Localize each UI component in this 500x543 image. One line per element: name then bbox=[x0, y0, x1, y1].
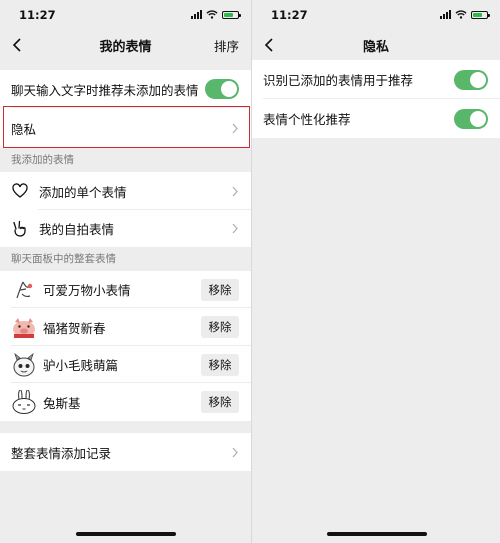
emoji-sets-group: 可爱万物小表情 移除 福猪贺新春 移除 驴小毛贱萌篇 移除 兔斯基 移除 bbox=[0, 271, 251, 421]
add-history-label: 整套表情添加记录 bbox=[11, 445, 112, 461]
single-emoji-row[interactable]: 添加的单个表情 bbox=[0, 172, 251, 210]
chevron-right-icon bbox=[232, 447, 238, 457]
remove-button[interactable]: 移除 bbox=[201, 353, 239, 376]
recognize-added-row: 识别已添加的表情用于推荐 bbox=[252, 60, 500, 99]
recommend-toggle[interactable] bbox=[205, 79, 239, 99]
emoji-settings-screen: 11:27 我的表情 排序 聊天输入文字时推荐未添加的表情 隐私 我添加的表情 … bbox=[0, 0, 251, 543]
recommend-setting-label: 聊天输入文字时推荐未添加的表情 bbox=[11, 82, 199, 98]
back-icon[interactable] bbox=[10, 37, 26, 53]
privacy-settings-group: 识别已添加的表情用于推荐 表情个性化推荐 bbox=[252, 60, 500, 138]
privacy-highlight-box bbox=[3, 106, 250, 148]
list-item: 可爱万物小表情 移除 bbox=[0, 271, 251, 308]
my-added-header: 我添加的表情 bbox=[11, 154, 74, 166]
page-title: 隐私 bbox=[362, 39, 389, 55]
emoji-set-name: 兔斯基 bbox=[43, 395, 81, 411]
single-emoji-label: 添加的单个表情 bbox=[39, 184, 127, 200]
heart-icon bbox=[12, 183, 28, 198]
nav-bar: 我的表情 排序 bbox=[0, 30, 251, 60]
personalized-toggle[interactable] bbox=[454, 108, 488, 129]
list-item: 兔斯基 移除 bbox=[0, 383, 251, 421]
nav-bar: 隐私 bbox=[252, 30, 500, 60]
recognize-added-label: 识别已添加的表情用于推荐 bbox=[263, 73, 414, 88]
recognize-added-toggle[interactable] bbox=[454, 69, 488, 90]
status-bar: 11:27 bbox=[252, 0, 500, 30]
donkey-thumb bbox=[13, 352, 35, 376]
list-item: 驴小毛贱萌篇 移除 bbox=[0, 346, 251, 383]
home-indicator bbox=[327, 532, 427, 536]
back-icon[interactable] bbox=[262, 37, 278, 53]
chevron-right-icon bbox=[232, 223, 238, 234]
battery-icon bbox=[222, 10, 241, 19]
lucky-pig-thumb bbox=[13, 318, 35, 338]
status-time: 11:27 bbox=[271, 8, 308, 22]
sort-button[interactable]: 排序 bbox=[214, 36, 239, 55]
signal-icon bbox=[191, 10, 202, 19]
personalized-label: 表情个性化推荐 bbox=[263, 112, 351, 127]
chevron-right-icon bbox=[232, 186, 238, 196]
cute-doodle-thumb bbox=[16, 281, 33, 298]
remove-button[interactable]: 移除 bbox=[201, 391, 239, 413]
remove-button[interactable]: 移除 bbox=[201, 278, 239, 301]
personalized-row: 表情个性化推荐 bbox=[252, 99, 500, 138]
wifi-icon bbox=[206, 10, 218, 19]
emoji-set-name: 福猪贺新春 bbox=[43, 320, 106, 336]
tuzki-thumb bbox=[12, 390, 36, 414]
battery-icon bbox=[471, 10, 490, 19]
my-added-group: 添加的单个表情 我的自拍表情 bbox=[0, 172, 251, 247]
add-history-row[interactable]: 整套表情添加记录 bbox=[0, 433, 251, 471]
emoji-sets-header: 聊天面板中的整套表情 bbox=[11, 253, 116, 265]
status-time: 11:27 bbox=[19, 8, 56, 22]
privacy-screen: 11:27 隐私 识别已添加的表情用于推荐 表情个性化推荐 bbox=[251, 0, 500, 543]
peace-hand-icon bbox=[13, 220, 26, 237]
page-title: 我的表情 bbox=[99, 39, 152, 55]
status-bar: 11:27 bbox=[0, 0, 251, 30]
wifi-icon bbox=[455, 10, 467, 19]
emoji-set-name: 可爱万物小表情 bbox=[43, 283, 131, 298]
selfie-emoji-row[interactable]: 我的自拍表情 bbox=[0, 210, 251, 247]
selfie-emoji-label: 我的自拍表情 bbox=[39, 222, 115, 237]
emoji-set-name: 驴小毛贱萌篇 bbox=[43, 358, 119, 373]
recommend-setting-row: 聊天输入文字时推荐未添加的表情 bbox=[0, 70, 251, 108]
list-item: 福猪贺新春 移除 bbox=[0, 308, 251, 346]
signal-icon bbox=[440, 10, 451, 19]
remove-button[interactable]: 移除 bbox=[201, 316, 239, 338]
home-indicator bbox=[76, 532, 176, 536]
